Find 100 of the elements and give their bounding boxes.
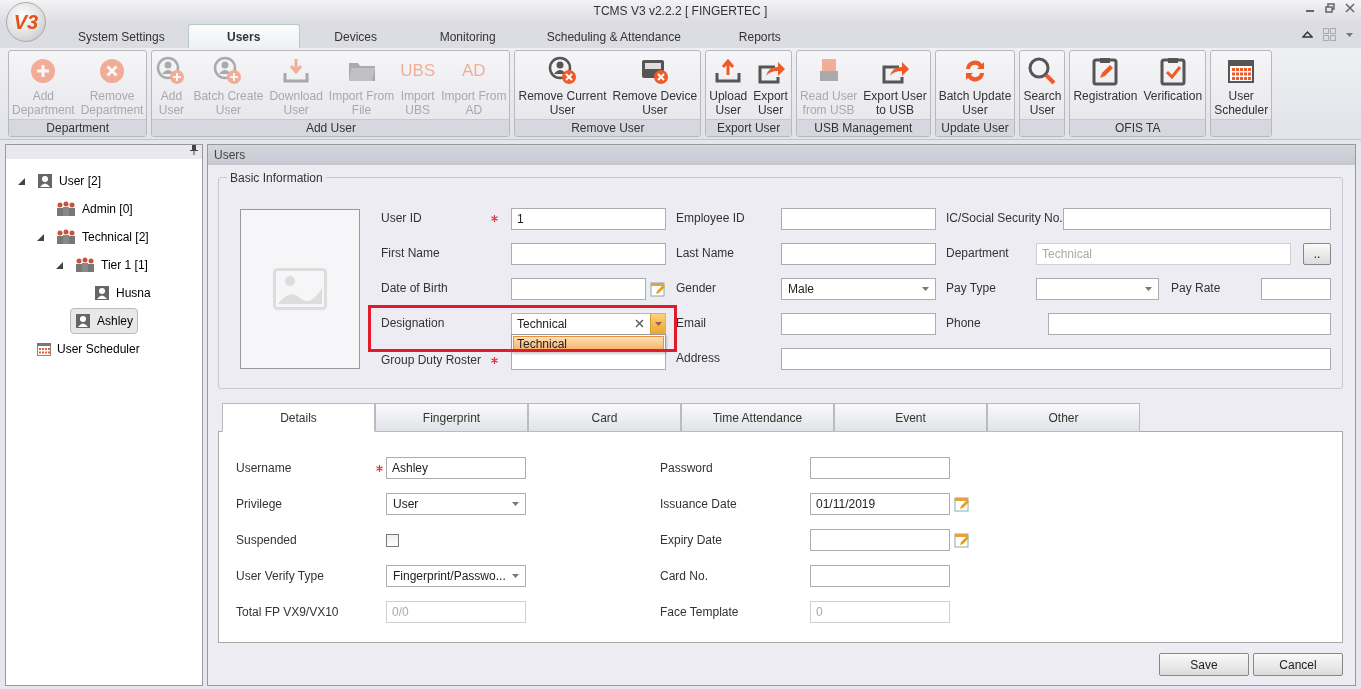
dropdown[interactable]: Fingerprint/Passwo... xyxy=(386,565,526,587)
ribbon-button[interactable]: User Scheduler xyxy=(1211,51,1272,119)
tree-item[interactable]: Ashley xyxy=(70,308,139,334)
menu-tab[interactable]: Devices xyxy=(299,24,412,48)
text-field[interactable] xyxy=(781,242,936,265)
menu-tab[interactable]: Scheduling & Attendance xyxy=(523,24,704,48)
group-icon xyxy=(75,257,95,273)
ribbon-button[interactable]: Remove Current User xyxy=(515,51,610,119)
text-field[interactable] xyxy=(810,457,950,479)
tab[interactable]: Card xyxy=(528,403,681,432)
pin-icon[interactable] xyxy=(190,145,198,155)
dropdown[interactable] xyxy=(1036,277,1159,300)
menu-tab[interactable]: Reports xyxy=(703,24,816,48)
field-label: Employee ID xyxy=(676,212,746,225)
tab[interactable]: Time Attendance xyxy=(681,403,834,432)
ribbon-button[interactable]: Remove Device User xyxy=(609,51,701,119)
field-label: Password xyxy=(660,461,713,475)
field-label: Department xyxy=(946,247,1010,260)
dropdown[interactable]: User xyxy=(386,493,526,515)
dropdown[interactable]: Male xyxy=(781,277,936,300)
group-footer xyxy=(1211,119,1272,136)
text-field[interactable]: Ashley xyxy=(386,457,526,479)
group-icon xyxy=(56,201,76,217)
field-label: User Verify Type xyxy=(236,569,324,583)
text-field[interactable] xyxy=(1062,207,1331,230)
text-field[interactable] xyxy=(810,565,950,587)
clear-icon[interactable] xyxy=(635,319,644,328)
group-icon xyxy=(56,229,76,245)
restore-icon[interactable] xyxy=(1325,3,1335,13)
calendar-edit-icon[interactable] xyxy=(954,532,970,548)
window-title: TCMS V3 v2.2.2 [ FINGERTEC ] xyxy=(593,4,768,18)
tree-item[interactable]: Technical [2] xyxy=(51,224,154,250)
ribbon-button[interactable]: Registration xyxy=(1070,51,1141,119)
collapse-ribbon-icon[interactable] xyxy=(1302,30,1313,39)
field-label: Last Name xyxy=(676,247,736,260)
tab[interactable]: Details xyxy=(222,403,375,432)
user-remove-icon xyxy=(546,55,579,87)
tree-item[interactable]: Husna xyxy=(89,280,156,306)
field-label: Privilege xyxy=(236,497,283,511)
layout-icon[interactable] xyxy=(1323,28,1336,41)
field-label: Designation xyxy=(381,317,445,330)
combo-box[interactable]: Technical xyxy=(511,312,666,335)
text-field[interactable]: 1 xyxy=(511,207,666,230)
text-field[interactable] xyxy=(781,207,936,230)
text-field[interactable] xyxy=(1261,277,1331,300)
user-icon xyxy=(37,173,53,189)
text-field[interactable] xyxy=(781,347,1331,370)
ribbon-button[interactable]: Export User xyxy=(750,51,791,119)
user-icon xyxy=(75,313,91,329)
date-field[interactable] xyxy=(810,529,950,551)
text-field[interactable] xyxy=(781,312,936,335)
menu-tab[interactable]: Monitoring xyxy=(411,24,524,48)
ribbon-button[interactable]: Upload User xyxy=(706,51,751,119)
calendar-edit-icon[interactable] xyxy=(954,496,970,512)
tab[interactable]: Event xyxy=(834,403,987,432)
tree-item[interactable]: Admin [0] xyxy=(51,196,138,222)
group-label: OFIS TA xyxy=(1070,119,1206,136)
close-icon[interactable] xyxy=(1345,3,1355,13)
tree-item[interactable]: User Scheduler xyxy=(32,337,145,361)
field-label: Group Duty Roster xyxy=(381,354,482,367)
calendar-edit-icon[interactable] xyxy=(650,280,666,297)
ribbon-button[interactable]: Batch Update User xyxy=(935,51,1015,119)
field-label: Face Template xyxy=(660,605,739,619)
dropdown-option[interactable]: Technical xyxy=(513,335,664,350)
dropdown-caret-icon xyxy=(1145,286,1152,291)
field-label: IC/Social Security No. xyxy=(946,212,1063,225)
field-label: First Name xyxy=(381,247,440,260)
expanded-arrow-icon[interactable] xyxy=(17,177,25,185)
group-label: Add User xyxy=(152,119,510,136)
group-label: Department xyxy=(9,119,147,136)
dropdown-caret-icon xyxy=(654,321,662,326)
field-label: Gender xyxy=(676,282,718,295)
date-field[interactable] xyxy=(511,277,646,300)
group-title: Basic Information xyxy=(227,171,326,185)
tree-item[interactable]: User [2] xyxy=(32,168,106,194)
ribbon-button[interactable]: Verification xyxy=(1140,51,1206,119)
photo-placeholder[interactable] xyxy=(240,209,360,369)
ribbon-button[interactable]: Search User xyxy=(1020,51,1065,119)
checkbox[interactable] xyxy=(386,533,399,547)
dropdown-arrow-button[interactable] xyxy=(650,313,665,334)
tree-item[interactable]: Tier 1 [1] xyxy=(70,252,153,278)
text-field[interactable] xyxy=(511,242,666,265)
ribbon-button[interactable]: Export User to USB xyxy=(860,51,930,119)
action-button[interactable]: Cancel xyxy=(1253,653,1343,676)
group-label: Remove User xyxy=(515,119,701,136)
tab[interactable]: Other xyxy=(987,403,1140,432)
field-label: User ID xyxy=(381,212,422,225)
expanded-arrow-icon[interactable] xyxy=(36,233,44,241)
text-field[interactable] xyxy=(1047,312,1331,335)
action-button[interactable]: Save xyxy=(1159,653,1249,676)
menu-tab[interactable]: Users xyxy=(187,24,300,48)
field-label: Phone xyxy=(946,317,982,330)
menu-tab[interactable]: System Settings xyxy=(55,24,188,48)
tab[interactable]: Fingerprint xyxy=(375,403,528,432)
expanded-arrow-icon[interactable] xyxy=(55,261,63,269)
field-label: Issuance Date xyxy=(660,497,737,511)
dropdown-caret-icon[interactable] xyxy=(1346,32,1353,37)
field-label: Expiry Date xyxy=(660,533,723,547)
date-field[interactable]: 01/11/2019 xyxy=(810,493,950,515)
group-label: USB Management xyxy=(796,119,930,136)
